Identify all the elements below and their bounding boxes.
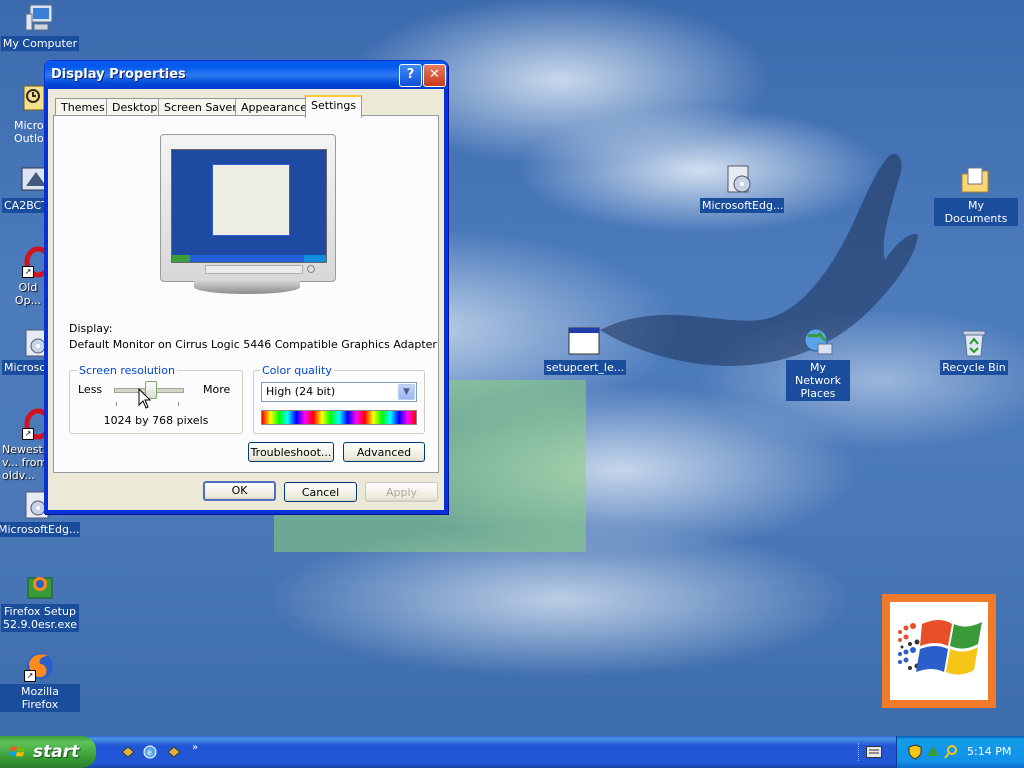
settings-panel: Display: Default Monitor on Cirrus Logic… (53, 115, 439, 473)
search-icon[interactable] (943, 744, 959, 760)
display-properties-dialog[interactable]: Display Properties ? ✕ Themes Desktop Sc… (44, 60, 448, 514)
desktop-icon-label: setupcert_le... (544, 360, 627, 375)
taskbar: start e » 5:14 PM (0, 736, 1024, 768)
close-button[interactable]: ✕ (423, 64, 446, 87)
firefox-icon: ↗ (24, 650, 56, 682)
installer-box-icon (24, 570, 56, 602)
screen-resolution-group: Screen resolution Less More 1024 by 768 … (69, 364, 243, 434)
taskbar-grip[interactable] (858, 743, 862, 761)
resolution-value: 1024 by 768 pixels (103, 414, 209, 427)
color-quality-select[interactable]: High (24 bit) ▼ (261, 382, 417, 402)
svg-text:e: e (147, 748, 152, 757)
quick-launch-app2-icon[interactable] (166, 744, 182, 760)
desktop-icon-label: MicrosoftEdg... (700, 198, 784, 213)
title-bar[interactable]: Display Properties ? ✕ (45, 61, 447, 89)
monitor-stand (194, 280, 300, 294)
desktop-icon-mozilla-firefox[interactable]: ↗ Mozilla Firefox (0, 650, 80, 715)
desktop-icon-my-network-places[interactable]: My Network Places (778, 326, 858, 404)
desktop-icon-my-computer[interactable]: My Computer (0, 2, 80, 54)
desktop-icon-my-documents[interactable]: My Documents (934, 164, 1018, 229)
desktop-icon-label: My Documents (934, 198, 1018, 226)
shortcut-arrow-icon: ↗ (24, 670, 36, 682)
desktop-icon-outlook[interactable]: Micros... Outlo... (0, 84, 52, 149)
mouse-cursor-icon (138, 388, 152, 409)
desktop-icon-recycle-bin[interactable]: Recycle Bin (934, 326, 1014, 378)
desktop-icon-label: My Network Places (786, 360, 850, 401)
chevron-down-icon[interactable]: ▼ (398, 384, 415, 400)
desktop-icon-label: Old Op... (14, 281, 42, 307)
help-button[interactable]: ? (399, 64, 422, 87)
window-app-icon (568, 326, 600, 358)
desktop-icon-label: MicrosoftEdg... (0, 522, 80, 537)
tab-settings[interactable]: Settings (305, 95, 363, 118)
clock[interactable]: 5:14 PM (967, 745, 1011, 758)
desktop-icon-ca2bcti[interactable]: CA2BCTI... (0, 164, 64, 216)
installer-icon (724, 164, 756, 196)
apply-button[interactable]: Apply (365, 482, 438, 502)
monitor-preview (160, 134, 336, 282)
display-device-name: Default Monitor on Cirrus Logic 5446 Com… (69, 338, 437, 351)
desktop-icon-setupcert[interactable]: setupcert_le... (544, 326, 627, 378)
advanced-button[interactable]: Advanced (343, 442, 425, 462)
windows-flag-icon (10, 746, 25, 757)
computer-icon (24, 2, 56, 34)
desktop-icon-microsoft-edge-right[interactable]: MicrosoftEdg... (700, 164, 784, 216)
recycle-bin-icon (958, 326, 990, 358)
desktop-icon-newest-version[interactable]: ↗ Newest v... from oldv... (0, 408, 52, 486)
desktop-icon-label: Firefox Setup 52.9.0esr.exe (1, 604, 79, 632)
keyboard-icon[interactable] (866, 746, 882, 758)
desktop-icon-microsoft[interactable]: Microsof... (0, 326, 62, 378)
quick-launch-browser-icon[interactable]: e (142, 744, 158, 760)
color-quality-group: Color quality High (24 bit) ▼ (253, 364, 425, 434)
desktop-icon-label: My Computer (0, 36, 80, 51)
desktop-icon-old-opera[interactable]: ↗ Old Op... (0, 246, 52, 311)
cancel-button[interactable]: Cancel (284, 482, 357, 502)
dialog-title: Display Properties (51, 67, 186, 82)
monitor-preview-screen (171, 149, 327, 263)
desktop-icon-label: Recycle Bin (940, 360, 1008, 375)
ok-button[interactable]: OK (203, 481, 276, 501)
desktop-icon-label: Mozilla Firefox (0, 684, 80, 712)
more-label: More (203, 383, 231, 396)
desktop-icon-label: Newest v... from oldv... (2, 443, 48, 482)
shortcut-arrow-icon: ↗ (22, 266, 34, 278)
desktop-icon-firefox-setup[interactable]: Firefox Setup 52.9.0esr.exe (0, 570, 80, 635)
network-icon (802, 326, 834, 358)
system-tray: 5:14 PM (896, 736, 1024, 768)
color-spectrum-bar (261, 410, 417, 425)
start-label: start (33, 742, 80, 762)
security-shield-icon[interactable] (907, 744, 923, 760)
color-quality-title: Color quality (260, 364, 334, 377)
display-label: Display: (69, 322, 113, 335)
quick-launch-more-icon[interactable]: » (192, 742, 198, 753)
quick-launch-app-icon[interactable] (120, 744, 136, 760)
network-connection-icon[interactable] (925, 744, 941, 760)
documents-folder-icon (960, 164, 992, 196)
shortcut-arrow-icon: ↗ (22, 428, 34, 440)
start-button[interactable]: start (0, 736, 96, 768)
color-quality-value: High (24 bit) (266, 385, 336, 398)
windows-logo-image (882, 594, 996, 708)
screen-resolution-title: Screen resolution (77, 364, 177, 377)
troubleshoot-button[interactable]: Troubleshoot... (248, 442, 334, 462)
less-label: Less (78, 383, 103, 396)
